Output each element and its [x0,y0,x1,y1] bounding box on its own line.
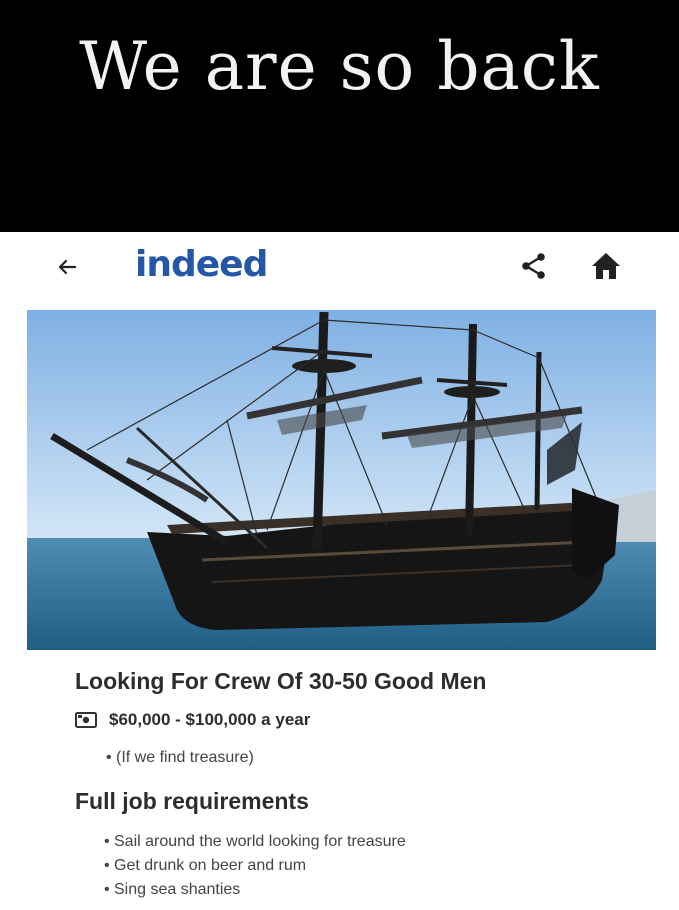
back-button[interactable] [50,250,84,284]
top-nav: indeed [0,232,679,302]
meme-banner: We are so back [0,0,679,232]
job-listing-card: indeed Looking For Crew Of 30-50 Good Me… [0,232,679,910]
list-item: • Get drunk on beer and rum [104,857,307,874]
meme-caption: We are so back [79,28,600,105]
requirements-list: • Sail around the world looking for treas… [104,830,406,902]
indeed-logo[interactable]: indeed [135,244,268,285]
pirate-ship-image [27,310,656,650]
home-button[interactable] [586,246,626,286]
money-icon [75,712,97,728]
home-icon [592,253,620,279]
list-item: • Sail around the world looking for treas… [104,833,406,850]
salary-range: $60,000 - $100,000 a year [109,710,311,729]
arrow-left-icon [58,259,77,275]
share-icon [522,253,545,279]
salary-note: • (If we find treasure) [106,749,254,766]
requirements-heading: Full job requirements [75,788,309,814]
salary-row: $60,000 - $100,000 a year [75,708,310,732]
share-button[interactable] [515,248,551,284]
list-item: • Sing sea shanties [104,881,241,898]
job-title: Looking For Crew Of 30-50 Good Men [75,668,487,694]
